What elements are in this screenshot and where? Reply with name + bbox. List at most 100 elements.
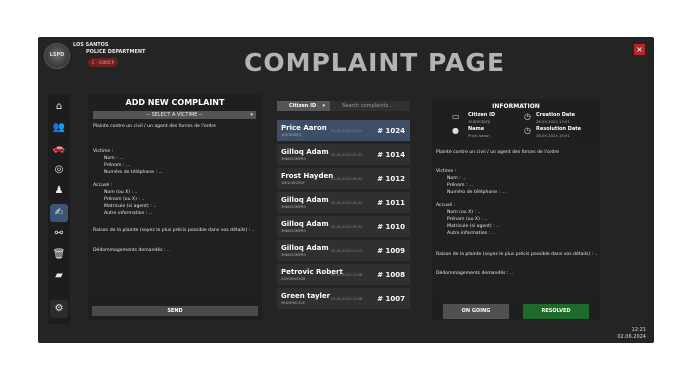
page-title: COMPLAINT PAGE	[244, 48, 506, 77]
list-item[interactable]: Frost Hayden 1MQL3KQRSF 05.05.2024 16:02…	[277, 168, 410, 189]
complaint-number: # 1008	[377, 271, 405, 279]
details-line: Numéro de téléphone : ...	[447, 190, 506, 195]
folder-icon[interactable]: ▰	[50, 267, 68, 285]
chevron-down-icon: ▾	[250, 112, 253, 118]
filter-select-value: Citizen ID	[289, 103, 317, 109]
trash-icon[interactable]: 🗑	[50, 246, 68, 264]
rank-badge: C - 1000CP	[88, 58, 118, 67]
template-line: Matricule (si agent) : ..	[104, 204, 157, 209]
list-item[interactable]: Price Aaron 1FJK9ODJFJJ 01.05.2024 12:21…	[277, 120, 410, 141]
list-item[interactable]: Gilloq Adam 3NKKQGMPRH 05.05.2024 12:43 …	[277, 144, 410, 165]
add-complaint-panel: ADD NEW COMPLAINT -- SELECT A VICTIME --…	[88, 94, 262, 320]
complaint-date: 05.05.2024 13:08	[331, 273, 363, 277]
template-line: Plainte contre un civil / un agent des f…	[93, 124, 217, 129]
department-line-2: POLICE DEPARTMENT	[86, 49, 146, 55]
victim-select[interactable]: -- SELECT A VICTIME -- ▾	[93, 111, 256, 119]
list-item[interactable]: Gilloq Adam 3NKKQGMPRH 05.05.2024 15:32 …	[277, 216, 410, 237]
template-line: Dédommagements demandés : ..	[93, 248, 170, 253]
details-line: Prénom (ou X) : ..	[447, 217, 488, 222]
information-title: INFORMATION	[492, 103, 540, 110]
complaint-icon[interactable]: ✍	[50, 204, 68, 222]
complaint-name: Green tayler	[281, 292, 331, 300]
list-item[interactable]: Gilloq Adam 3NKKQGMPRH 05.05.2024 11:13 …	[277, 240, 410, 261]
users-icon[interactable]: 👥	[50, 119, 68, 137]
complaint-citizen-id: 9RGMHKL32E	[281, 301, 305, 305]
template-line: Nom (ou X) : ..	[104, 190, 138, 195]
complaint-number: # 1011	[377, 199, 405, 207]
details-line: Autre information : ..	[447, 231, 495, 236]
complaint-number: # 1012	[377, 175, 405, 183]
citizen-id-label: Citizen ID	[468, 112, 496, 118]
list-item[interactable]: Green tayler 9RGMHKL32E 05.05.2024 13:08…	[277, 288, 410, 309]
home-icon[interactable]: ⌂	[50, 98, 68, 116]
details-line: Accusé :	[436, 203, 456, 208]
complaint-date: 05.05.2024 13:08	[331, 297, 363, 301]
logo-text: LSPD	[49, 52, 65, 58]
details-line: Nom (ou X) : ..	[447, 210, 481, 215]
creation-date-value: 26.05.2024 13:51	[536, 119, 570, 124]
complaint-citizen-id: 1FJK9ODJFJJ	[281, 133, 302, 137]
name-label: Name	[468, 126, 485, 132]
template-line: Numéro de téléphone : ...	[104, 170, 163, 175]
complaint-number: # 1024	[377, 127, 405, 135]
complaint-name: Gilloq Adam	[281, 244, 329, 252]
resolved-button[interactable]: RESOLVED	[523, 304, 589, 319]
clock-time: 12:21	[631, 327, 646, 333]
handcuffs-icon[interactable]: ⚯	[50, 225, 68, 243]
complaint-number: # 1014	[377, 151, 405, 159]
complaint-name: Frost Hayden	[281, 172, 334, 180]
information-panel: INFORMATION ▭ Citizen ID 1FJK9ODJFJJ ◷ C…	[432, 99, 600, 320]
binoculars-icon[interactable]: ◎	[50, 161, 68, 179]
complaint-list-panel: Citizen ID ▾ Search complaints... Price A…	[275, 99, 414, 320]
complaint-name: Gilloq Adam	[281, 196, 329, 204]
details-line: Victime :	[436, 169, 457, 174]
complaint-citizen-id: 3NKKQGMPRH	[281, 229, 307, 233]
id-card-icon: ▭	[452, 112, 460, 121]
close-button[interactable]: ×	[634, 44, 645, 55]
template-line: Raison de la plainte (soyez le plus préc…	[93, 228, 255, 233]
template-line: Nom : ...	[104, 156, 124, 161]
complaint-date: 05.05.2024 14:02	[331, 201, 363, 205]
complaint-citizen-id: 3NKKQGMPRH	[281, 205, 307, 209]
app-window: LSPD LOS SANTOS POLICE DEPARTMENT C - 10…	[38, 37, 654, 343]
complaint-name: Gilloq Adam	[281, 220, 329, 228]
complaint-number: # 1007	[377, 295, 405, 303]
send-button[interactable]: SEND	[92, 306, 258, 316]
clock-date: 02.06.2024	[617, 334, 646, 340]
creation-date-label: Creation Date	[536, 112, 576, 118]
victim-select-value: -- SELECT A VICTIME --	[146, 112, 203, 118]
complaint-details: Plainte contre un civil / un agent des f…	[434, 147, 598, 299]
person-icon: ●	[452, 126, 459, 135]
name-value: Price Aaron	[468, 133, 490, 138]
details-line: Prénom : ...	[447, 183, 474, 188]
details-line: Matricule (si agent) : ..	[447, 224, 500, 229]
list-item[interactable]: Petrovic Robert 2GVQRH0X2B 05.05.2024 13…	[277, 264, 410, 285]
settings-icon[interactable]: ⚙	[50, 300, 68, 318]
complaint-date: 05.05.2024 16:02	[331, 177, 363, 181]
details-line: Plainte contre un civil / un agent des f…	[436, 150, 560, 155]
complaint-citizen-id: 3NKKQGMPRH	[281, 253, 307, 257]
ongoing-button[interactable]: ON GOING	[443, 304, 509, 319]
clock-icon: ◷	[524, 126, 531, 135]
resolution-date-value: 26.05.2024 15:51	[536, 133, 570, 138]
chevron-down-icon: ▾	[322, 103, 325, 109]
details-line: Raison de la plainte (soyez le plus préc…	[436, 252, 598, 257]
template-line: Victime :	[93, 149, 114, 154]
complaint-name: Price Aaron	[281, 124, 327, 132]
search-input[interactable]: Search complaints...	[330, 101, 410, 111]
filter-select[interactable]: Citizen ID ▾	[277, 101, 330, 111]
citizen-id-value: 1FJK9ODJFJJ	[468, 119, 491, 124]
complaint-date: 05.05.2024 11:13	[331, 249, 363, 253]
complaint-date: 01.05.2024 12:21	[331, 129, 363, 133]
complaint-date: 05.05.2024 15:32	[331, 225, 363, 229]
car-icon[interactable]: 🚗	[50, 140, 68, 158]
complaint-name: Gilloq Adam	[281, 148, 329, 156]
complaint-textarea[interactable]: Plainte contre un civil / un agent des f…	[92, 122, 258, 296]
list-item[interactable]: Gilloq Adam 3NKKQGMPRH 05.05.2024 14:02 …	[277, 192, 410, 213]
complaint-number: # 1010	[377, 223, 405, 231]
complaint-date: 05.05.2024 12:43	[331, 153, 363, 157]
officer-icon[interactable]: ♟	[50, 182, 68, 200]
resolution-date-label: Resolution Date	[536, 126, 582, 132]
template-line: Accusé :	[93, 183, 113, 188]
sidebar: ⌂ 👥 🚗 ◎ ♟ ✍ ⚯ 🗑 ▰ ⚙	[48, 94, 70, 324]
